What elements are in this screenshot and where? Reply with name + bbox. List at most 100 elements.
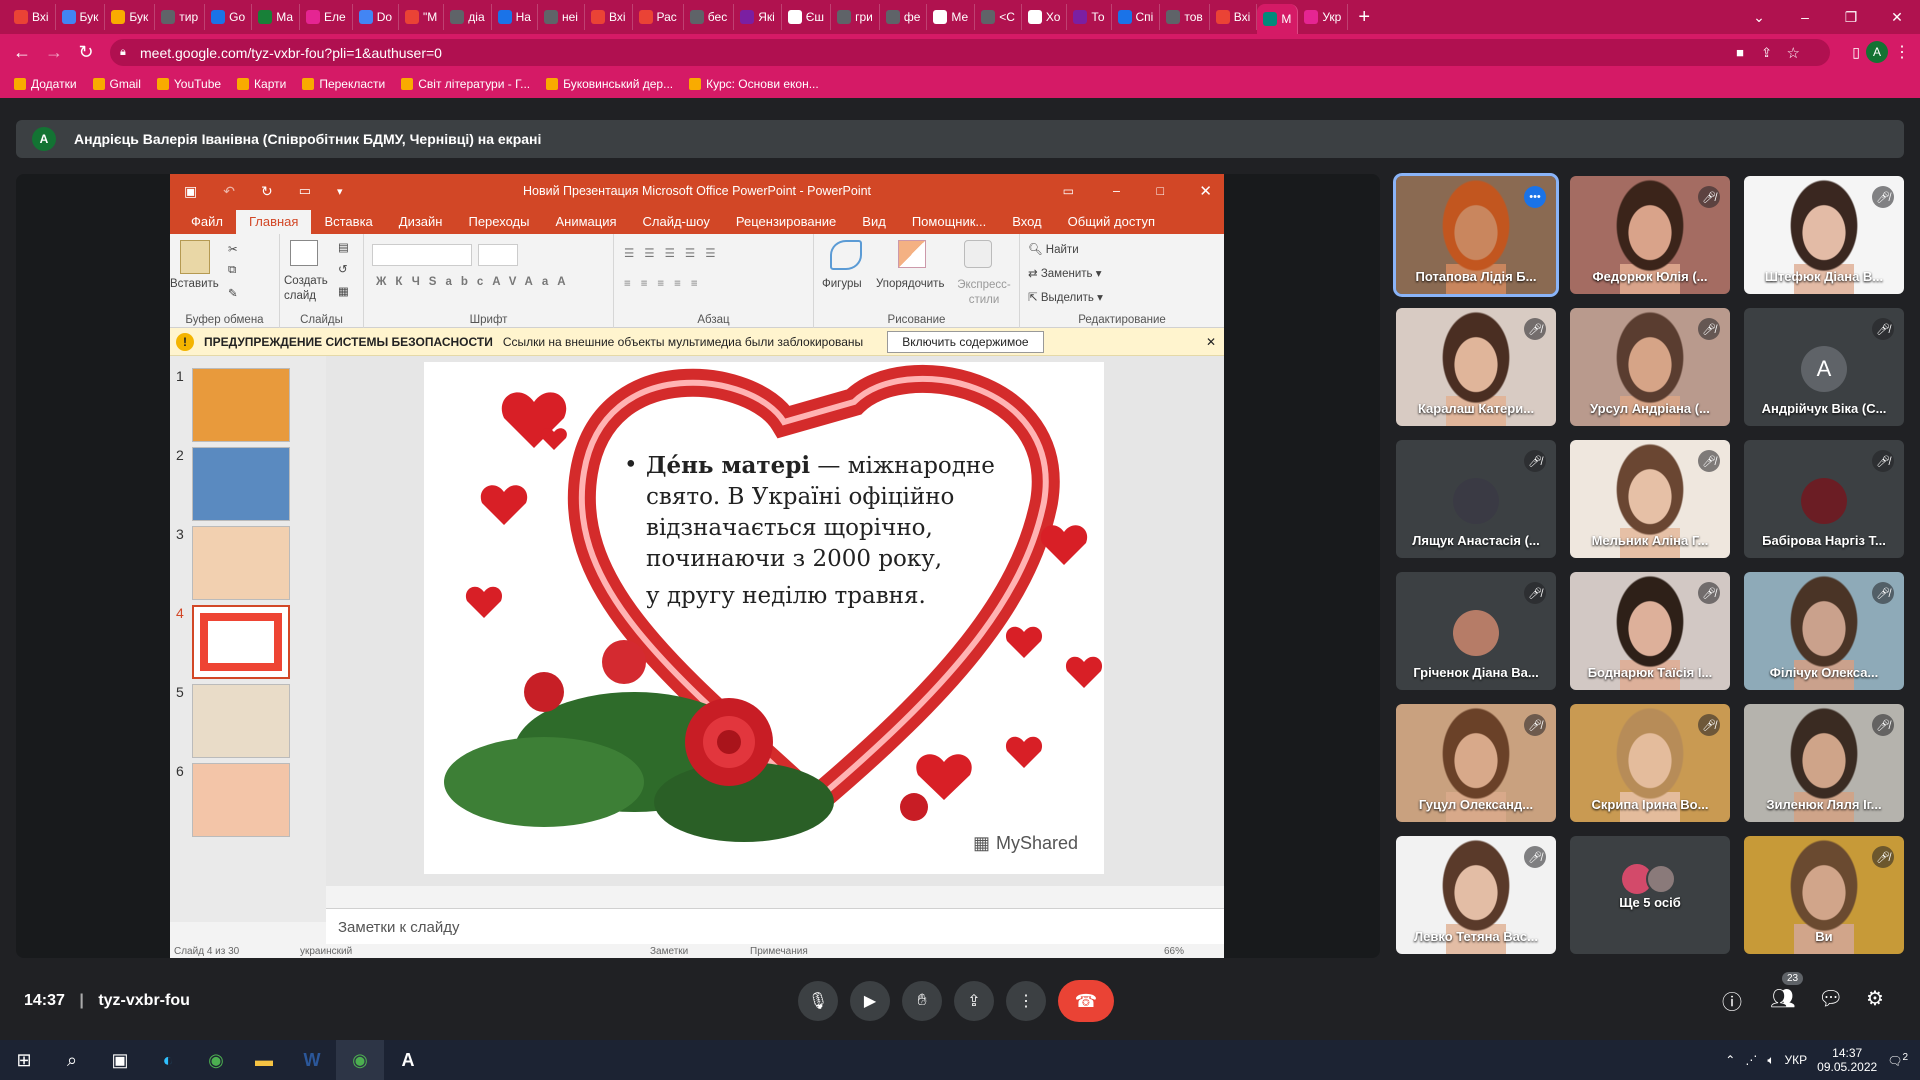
ppt-tab[interactable]: Файл xyxy=(178,210,236,234)
ppt-tab[interactable]: Вход xyxy=(999,210,1054,234)
font-size-box[interactable] xyxy=(478,244,518,266)
tray-up-icon[interactable]: ⌃ xyxy=(1725,1053,1735,1067)
cut-icon[interactable]: ✂ xyxy=(228,242,238,256)
browser-tab[interactable]: Які xyxy=(734,4,782,30)
font-name-box[interactable] xyxy=(372,244,472,266)
profile-avatar[interactable]: A xyxy=(1866,41,1888,63)
ppt-tab[interactable]: Вставка xyxy=(311,210,385,234)
browser-tab[interactable]: Go xyxy=(205,4,253,30)
participant-tile[interactable]: Боднарюк Таїсія І... 🎤︎̸ xyxy=(1570,572,1730,690)
bookmark-item[interactable]: Світ літератури - Г... xyxy=(401,77,530,91)
browser-tab[interactable]: Еле xyxy=(300,4,353,30)
bookmark-item[interactable]: Перекласти xyxy=(302,77,385,91)
paste-button[interactable]: Вставить xyxy=(170,278,219,290)
ppt-tab[interactable]: Анимация xyxy=(542,210,629,234)
participant-tile[interactable]: Бабірова Наргіз Т... 🎤︎̸ xyxy=(1744,440,1904,558)
browser-tab[interactable]: "М xyxy=(399,4,445,30)
participant-tile[interactable]: Федорюк Юлія (... 🎤︎̸ xyxy=(1570,176,1730,294)
format-painter-icon[interactable]: ✎ xyxy=(228,286,238,300)
browser-tab[interactable]: Бук xyxy=(56,4,106,30)
volume-icon[interactable]: 🔈︎ xyxy=(1767,1053,1774,1068)
bookmark-item[interactable]: Курс: Основи екон... xyxy=(689,77,819,91)
file-explorer-icon[interactable]: ▬ xyxy=(240,1040,288,1080)
bookmark-item[interactable]: Додатки xyxy=(14,77,77,91)
participant-tile[interactable]: Гріченок Діана Ва... 🎤︎̸ xyxy=(1396,572,1556,690)
url-field[interactable]: 🔒︎ meet.google.com/tyz-vxbr-fou?pli=1&au… xyxy=(110,39,1830,66)
ribbon-display-icon[interactable]: ▭ xyxy=(1063,184,1074,198)
slide-thumbnail[interactable] xyxy=(192,526,290,600)
ppt-tab[interactable]: Дизайн xyxy=(386,210,456,234)
quick-styles-icon[interactable] xyxy=(964,240,992,268)
shapes-icon[interactable] xyxy=(830,240,862,270)
participant-tile[interactable]: Зиленюк Ляля Іг... 🎤︎̸ xyxy=(1744,704,1904,822)
participant-tile[interactable]: Мельник Аліна Г... 🎤︎̸ xyxy=(1570,440,1730,558)
more-options-button[interactable]: ⋮ xyxy=(1006,981,1046,1021)
browser-tab[interactable]: Рас xyxy=(633,4,684,30)
align-icons[interactable]: ≡≡≡≡≡ xyxy=(624,278,708,290)
share-icon[interactable]: ⇪ xyxy=(1761,45,1772,61)
search-icon[interactable]: ⌕ xyxy=(48,1040,96,1080)
ppt-tab[interactable]: Переходы xyxy=(455,210,542,234)
slide-thumbnail[interactable] xyxy=(192,763,290,837)
participant-tile[interactable]: Ви 🎤︎̸ xyxy=(1744,836,1904,954)
list-icons[interactable]: ☰☰☰☰☰ xyxy=(624,246,726,260)
task-view-icon[interactable]: ▣ xyxy=(96,1040,144,1080)
slide-thumbnail[interactable] xyxy=(192,368,290,442)
word-icon[interactable]: W xyxy=(288,1040,336,1080)
camera-button[interactable]: ▶ xyxy=(850,981,890,1021)
participant-tile[interactable]: Потапова Лідія Б... ••• xyxy=(1393,173,1559,297)
slide-thumbnail[interactable] xyxy=(192,447,290,521)
participant-tile[interactable]: Урсул Андріана (... 🎤︎̸ xyxy=(1570,308,1730,426)
arrange-button[interactable]: Упорядочить xyxy=(876,278,944,290)
browser-tab[interactable]: То xyxy=(1067,4,1112,30)
reload-icon[interactable]: ↻ xyxy=(70,42,102,63)
edge-icon[interactable]: ◐ xyxy=(144,1040,192,1080)
browser-tab[interactable]: На xyxy=(492,4,538,30)
ppt-tab[interactable]: Рецензирование xyxy=(723,210,849,234)
participant-tile[interactable]: Лящук Анастасія (... 🎤︎̸ xyxy=(1396,440,1556,558)
leave-call-button[interactable]: ☎ xyxy=(1058,980,1114,1022)
quick-styles-button[interactable]: Экспресс-стили xyxy=(954,278,1014,308)
new-slide-button[interactable]: Создать слайд xyxy=(284,274,330,304)
participant-tile[interactable]: Ще 5 осіб xyxy=(1570,836,1730,954)
close-window-button[interactable]: ✕ xyxy=(1874,0,1920,34)
meeting-details-icon[interactable]: ⓘ xyxy=(1722,986,1742,1015)
bookmark-star-icon[interactable]: ☆ xyxy=(1787,44,1800,62)
slide-thumbnail[interactable] xyxy=(192,684,290,758)
ppt-maximize-button[interactable]: □ xyxy=(1156,184,1164,198)
more-options-icon[interactable]: ••• xyxy=(1524,186,1546,208)
browser-tab[interactable]: Ме xyxy=(927,4,976,30)
activities-icon[interactable]: ⚙︎ xyxy=(1866,986,1884,1011)
browser-tab[interactable]: гри xyxy=(831,4,880,30)
tab-search-icon[interactable]: ⌄ xyxy=(1736,0,1782,34)
reset-icon[interactable]: ↺ xyxy=(338,262,348,276)
participant-tile[interactable]: Скрипа Ірина Во... 🎤︎̸ xyxy=(1570,704,1730,822)
participant-tile[interactable]: Штефюк Діана В... 🎤︎̸ xyxy=(1744,176,1904,294)
participant-tile[interactable]: Каралаш Катери... 🎤︎̸ xyxy=(1396,308,1556,426)
participant-tile[interactable]: Філічук Олекса... 🎤︎̸ xyxy=(1744,572,1904,690)
side-panel-icon[interactable]: ▯ xyxy=(1852,44,1860,61)
ppt-tab[interactable]: Помощник... xyxy=(899,210,999,234)
browser-tab[interactable]: тов xyxy=(1160,4,1210,30)
chat-icon[interactable]: 💬︎ xyxy=(1818,986,1843,1011)
participant-tile[interactable]: Левко Тетяна Вас... 🎤︎̸ xyxy=(1396,836,1556,954)
people-icon[interactable]: 👥︎ xyxy=(1770,986,1795,1011)
paste-icon[interactable] xyxy=(180,240,210,274)
ppt-minimize-button[interactable]: – xyxy=(1113,184,1120,198)
keyboard-lang[interactable]: УКР xyxy=(1785,1053,1808,1067)
app-a-icon[interactable]: A xyxy=(384,1040,432,1080)
comments-toggle[interactable]: Примечания xyxy=(750,946,808,957)
browser-tab[interactable]: Хо xyxy=(1022,4,1068,30)
back-icon[interactable]: ← xyxy=(6,42,38,63)
font-format-icons[interactable]: ЖКЧSabcAVAaA xyxy=(376,276,575,288)
participant-tile[interactable]: A Андрійчук Віка (С... 🎤︎̸ xyxy=(1744,308,1904,426)
browser-tab[interactable]: Спі xyxy=(1112,4,1161,30)
slide-notes-field[interactable]: Заметки к слайду xyxy=(326,908,1224,944)
raise-hand-button[interactable]: ✋︎ xyxy=(902,981,942,1021)
browser-tab[interactable]: М xyxy=(1257,4,1299,34)
bookmark-item[interactable]: Буковинський дер... xyxy=(546,77,673,91)
network-icon[interactable]: ⋰ xyxy=(1745,1053,1757,1067)
browser-tab[interactable]: Вхі xyxy=(585,4,633,30)
forward-icon[interactable]: → xyxy=(38,42,70,63)
browser-tab[interactable]: Вхі xyxy=(8,4,56,30)
